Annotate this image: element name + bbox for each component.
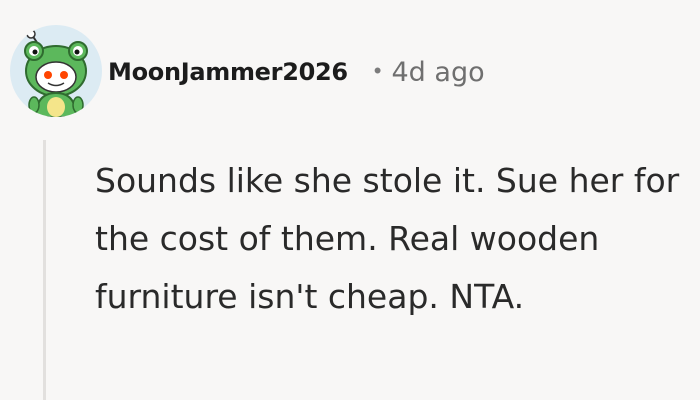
comment-header: MoonJammer2026 • 4d ago [108,52,485,92]
username-link[interactable]: MoonJammer2026 [108,58,348,86]
thread-line[interactable] [43,140,46,400]
timestamp[interactable]: 4d ago [392,57,485,88]
comment: MoonJammer2026 • 4d ago Sounds like she … [0,0,700,400]
separator-dot: • [373,58,382,83]
snoo-frog-avatar-icon [24,29,88,117]
comment-body: Sounds like she stole it. Sue her for th… [95,161,680,316]
avatar[interactable] [10,25,102,117]
